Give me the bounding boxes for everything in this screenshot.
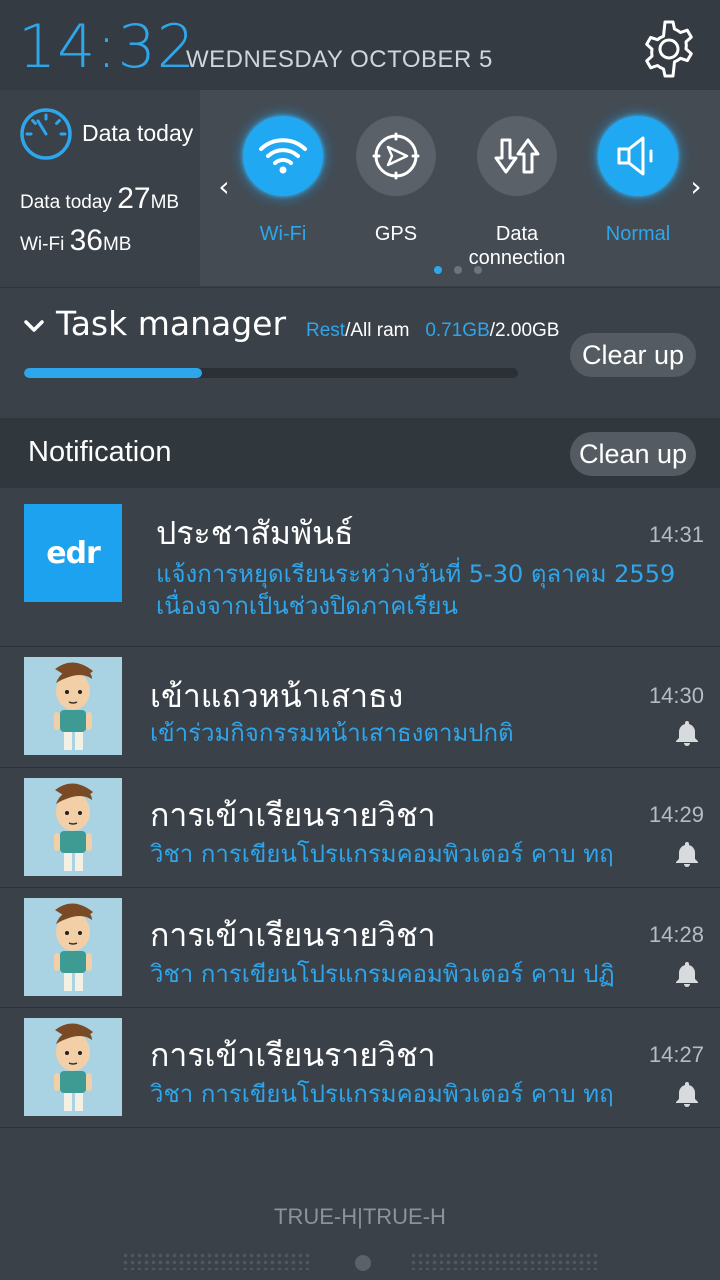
notification-body: วิชา การเขียนโปรแกรมคอมพิวเตอร์ คาบ ปฏิ: [150, 960, 615, 988]
gps-toggle-label: GPS: [374, 223, 418, 245]
data-connection-toggle-circle: [477, 116, 557, 196]
notification-item[interactable]: การเข้าเรียนรายวิชา 14:29 วิชา การเขียนโ…: [0, 768, 720, 888]
notification-time: 14:31: [648, 522, 704, 547]
wifi-usage-label: Wi-Fi: [20, 234, 65, 255]
gps-icon: [372, 132, 420, 180]
chevron-right-icon[interactable]: ›: [686, 172, 706, 202]
boy-avatar-icon: [24, 1018, 122, 1116]
notification-title-text: การเข้าเรียนรายวิชา: [150, 1036, 436, 1074]
notification-time: 14:30: [648, 683, 704, 708]
gps-toggle[interactable]: GPS: [341, 116, 451, 276]
date-label: WEDNESDAY OCTOBER 5: [186, 46, 493, 73]
wifi-toggle-circle: [243, 116, 323, 196]
total-ram-value: /2.00GB: [489, 320, 560, 341]
notification-title: Notification: [28, 436, 172, 468]
notification-time: 14:28: [648, 922, 704, 947]
notification-body: วิชา การเขียนโปรแกรมคอมพิวเตอร์ คาบ ทฤ: [150, 1080, 614, 1108]
drag-handle[interactable]: [410, 1252, 600, 1270]
cartoon-boy-avatar: [24, 657, 122, 755]
notification-body: เข้าร่วมกิจกรรมหน้าเสาธงตามปกติ: [150, 719, 514, 747]
wifi-toggle-label: Wi-Fi: [259, 223, 307, 245]
bell-icon: [676, 842, 698, 867]
task-manager-title[interactable]: Task manager: [56, 304, 286, 343]
toggle-page-indicator: [432, 266, 492, 276]
data-connection-toggle[interactable]: Data connection: [462, 116, 572, 276]
drag-handle[interactable]: [122, 1252, 312, 1270]
wifi-toggle[interactable]: Wi-Fi: [228, 116, 338, 276]
wifi-usage-row: Wi-Fi 36MB: [20, 224, 131, 258]
all-ram-label: /All ram: [345, 320, 410, 341]
cartoon-boy-avatar: [24, 1018, 122, 1116]
edr-app-icon: edr: [24, 504, 122, 602]
page-dot-active: [434, 266, 442, 274]
data-usage-panel[interactable]: Data today Data today 27MB Wi-Fi 36MB: [0, 90, 200, 286]
edr-logo: edr: [24, 504, 122, 602]
boy-avatar-icon: [24, 657, 122, 755]
data-connection-toggle-label: Data connection: [468, 223, 566, 269]
data-today-row: Data today 27MB: [20, 182, 179, 216]
data-today-value: 27: [117, 182, 151, 215]
volume-icon: [617, 136, 653, 176]
sound-mode-toggle[interactable]: Normal: [583, 116, 693, 276]
bell-icon: [676, 962, 698, 987]
data-connection-icon: [494, 138, 540, 174]
boy-avatar-icon: [24, 778, 122, 876]
wifi-usage-unit: MB: [102, 234, 132, 255]
ram-info: Rest/All ram 0.71GB/2.00GB: [306, 320, 559, 342]
data-meter-icon: [20, 108, 72, 160]
notification-item[interactable]: edr ประชาสัมพันธ์ 14:31 แจ้งการหยุดเรียน…: [0, 488, 720, 647]
carrier-label: TRUE-H|TRUE-H: [274, 1204, 446, 1229]
ram-usage-bar: [24, 368, 518, 378]
bell-icon: [676, 1082, 698, 1107]
wifi-usage-value: 36: [69, 224, 103, 257]
notification-time: 14:29: [648, 802, 704, 827]
cartoon-boy-avatar: [24, 778, 122, 876]
boy-avatar-icon: [24, 898, 122, 996]
data-today-label: Data today: [20, 192, 112, 213]
notification-title-text: เข้าแถวหน้าเสาธง: [150, 677, 404, 715]
notification-header: Notification Clean up: [0, 418, 720, 488]
page-dot: [454, 266, 462, 274]
notification-title-text: การเข้าเรียนรายวิชา: [150, 916, 436, 954]
clean-up-button[interactable]: Clean up: [570, 432, 696, 476]
clock: 14:32: [18, 12, 196, 82]
drag-handle-knob[interactable]: [355, 1255, 371, 1271]
notification-time: 14:27: [648, 1042, 704, 1067]
notification-title-text: ประชาสัมพันธ์: [156, 514, 354, 552]
notification-body: วิชา การเขียนโปรแกรมคอมพิวเตอร์ คาบ ทฤ: [150, 840, 614, 868]
rest-ram-value: 0.71GB: [425, 320, 490, 341]
page-dot: [474, 266, 482, 274]
bell-icon: [676, 721, 698, 746]
clear-up-button[interactable]: Clear up: [570, 333, 696, 377]
notification-item[interactable]: การเข้าเรียนรายวิชา 14:27 วิชา การเขียนโ…: [0, 1008, 720, 1128]
notification-item[interactable]: การเข้าเรียนรายวิชา 14:28 วิชา การเขียนโ…: [0, 888, 720, 1008]
chevron-down-icon[interactable]: [22, 314, 46, 338]
notification-item[interactable]: เข้าแถวหน้าเสาธง 14:30 เข้าร่วมกิจกรรมหน…: [0, 647, 720, 768]
notification-body: แจ้งการหยุดเรียนระหว่างวันที่ 5-30 ตุลาค…: [156, 560, 676, 620]
status-header: 14:32 WEDNESDAY OCTOBER 5: [0, 0, 720, 90]
ram-usage-fill: [24, 368, 202, 378]
notification-title-text: การเข้าเรียนรายวิชา: [150, 796, 436, 834]
data-usage-title: Data today: [82, 120, 194, 146]
wifi-icon: [259, 138, 307, 174]
rest-label: Rest: [306, 320, 346, 341]
quick-settings-panel: ‹ Wi-Fi GPS Data connection Normal ›: [200, 90, 720, 286]
task-manager-section: Task manager Rest/All ram 0.71GB/2.00GB …: [0, 287, 720, 417]
sound-mode-toggle-circle: [598, 116, 678, 196]
gps-toggle-circle: [356, 116, 436, 196]
cartoon-boy-avatar: [24, 898, 122, 996]
gear-icon[interactable]: [638, 18, 700, 80]
sound-mode-label: Normal: [605, 223, 671, 245]
data-today-unit: MB: [150, 192, 180, 213]
